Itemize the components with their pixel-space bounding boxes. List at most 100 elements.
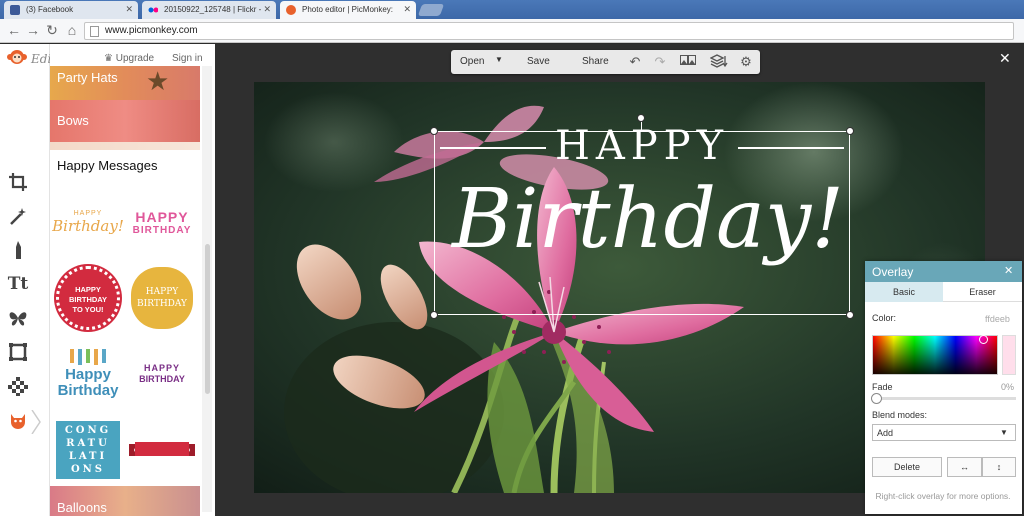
picmonkey-icon: [286, 5, 296, 15]
delete-button[interactable]: Delete: [872, 457, 942, 477]
upgrade-link[interactable]: ♛ Upgrade: [104, 53, 154, 64]
flickr-icon: [148, 5, 159, 15]
touch-up-icon[interactable]: [6, 238, 30, 262]
reload-icon[interactable]: ↻: [44, 22, 60, 39]
compare-icon[interactable]: [680, 54, 696, 70]
share-button[interactable]: Share: [582, 56, 609, 67]
sticker-text: ONS: [70, 464, 106, 475]
blend-modes-label: Blend modes:: [872, 410, 928, 420]
sticker-text: BIRTHDAY: [68, 295, 108, 304]
resize-handle-sw[interactable]: [430, 311, 438, 319]
butterfly-icon[interactable]: [6, 306, 30, 330]
sticker-happy-birthday-candles[interactable]: Happy Birthday: [52, 340, 124, 408]
sticker-text: HAPPY: [143, 363, 180, 373]
editor-toolbar: Open ▼ Save Share ↶ ↷ ⚙: [451, 50, 760, 74]
fade-slider-knob[interactable]: [871, 393, 882, 404]
category-label: Party Hats: [57, 70, 118, 85]
sticker-text: HAPPY: [145, 287, 179, 297]
sign-in-link[interactable]: Sign in: [172, 53, 203, 64]
panel-collapse-arrow-icon[interactable]: [30, 409, 42, 435]
flip-vertical-button[interactable]: ↕: [982, 457, 1016, 477]
color-swatch[interactable]: [1002, 335, 1016, 375]
text-tool-icon[interactable]: Tt: [6, 272, 30, 296]
resize-handle-ne[interactable]: [846, 127, 854, 135]
flip-horizontal-button[interactable]: ↔: [947, 457, 982, 477]
sticker-text: Birthday: [57, 382, 119, 399]
sticker-text: BIRTHDAY: [132, 224, 192, 236]
close-icon[interactable]: ✕: [125, 4, 133, 15]
tab-label: 20150922_125748 | Flickr -: [164, 5, 262, 14]
section-title: Happy Messages: [57, 158, 158, 173]
undo-icon[interactable]: ↶: [627, 54, 643, 70]
magic-wand-icon[interactable]: [6, 204, 30, 228]
fade-label: Fade: [872, 382, 893, 392]
themes-monkey-icon[interactable]: [6, 408, 30, 432]
tab-eraser[interactable]: Eraser: [943, 282, 1022, 302]
star-icon: ★: [146, 66, 170, 96]
category-label: Bows: [57, 113, 89, 128]
browser-tab-flickr[interactable]: 20150922_125748 | Flickr - ✕: [142, 1, 276, 19]
chevron-down-icon: ▼: [1000, 428, 1008, 437]
picmonkey-logo-icon[interactable]: [6, 49, 28, 65]
browser-tab-picmonkey[interactable]: Photo editor | PicMonkey: ✕: [280, 1, 416, 19]
sticker-text: CONG: [64, 425, 112, 436]
crown-icon: ♛: [104, 53, 116, 64]
url-field[interactable]: www.picmonkey.com: [84, 22, 1014, 40]
resize-handle-se[interactable]: [846, 311, 854, 319]
back-icon[interactable]: ←: [6, 22, 22, 38]
fade-value: 0%: [1001, 382, 1015, 392]
divider: [50, 142, 200, 150]
frames-icon[interactable]: [6, 340, 30, 364]
crop-icon[interactable]: [6, 170, 30, 194]
category-bows[interactable]: Bows: [50, 100, 200, 142]
new-tab-button[interactable]: [417, 4, 445, 16]
sticker-happy-birthday-script[interactable]: HAPPY Birthday!: [52, 188, 124, 256]
home-icon[interactable]: ⌂: [64, 22, 80, 38]
overlay-hint-text: Right-click overlay for more options.: [875, 491, 1011, 501]
resize-handle-nw[interactable]: [430, 127, 438, 135]
scrollbar-thumb[interactable]: [205, 244, 210, 394]
fade-slider-track[interactable]: [872, 397, 1016, 400]
sticker-text: BIRTHDAY: [139, 374, 185, 384]
layers-icon[interactable]: [709, 54, 728, 70]
sticker-happy-birthday-purple[interactable]: HAPPY BIRTHDAY: [126, 340, 198, 408]
sticker-happy-birthday-gold[interactable]: HAPPY BIRTHDAY: [126, 264, 198, 332]
sticker-text: RATU: [66, 438, 110, 449]
overlay-text-happy[interactable]: HAPPY: [555, 123, 729, 169]
address-toolbar: ← → ↻ ⌂ www.picmonkey.com: [0, 19, 1024, 43]
sticker-happy-birthday-pink[interactable]: HAPPY BIRTHDAY: [126, 188, 198, 256]
sticker-text: Happy: [65, 366, 111, 383]
textures-icon[interactable]: [6, 374, 30, 398]
close-icon[interactable]: ✕: [1004, 264, 1013, 277]
sticker-text: BIRTHDAY: [137, 299, 187, 309]
sticker-text: HAPPY: [73, 209, 103, 217]
sticker-text: LATI: [68, 451, 108, 462]
sticker-happy-birthday-to-you[interactable]: HAPPY BIRTHDAY TO YOU!: [52, 264, 124, 332]
blend-mode-select[interactable]: Add: [872, 424, 1016, 441]
sticker-red-ribbon[interactable]: [126, 416, 198, 484]
category-balloons[interactable]: Balloons: [50, 486, 200, 516]
tab-basic[interactable]: Basic: [865, 282, 943, 302]
flip-horizontal-icon: ↔: [960, 462, 969, 472]
category-party-hats[interactable]: Party Hats ★: [50, 66, 200, 100]
chevron-down-icon[interactable]: ▼: [495, 55, 503, 64]
open-button[interactable]: Open: [460, 56, 484, 67]
overlay-text-birthday[interactable]: Birthday!: [452, 172, 844, 267]
browser-tab-facebook[interactable]: (3) Facebook ✕: [4, 1, 138, 19]
color-picker-cursor[interactable]: [979, 335, 988, 344]
rotate-handle[interactable]: [637, 114, 645, 122]
close-icon[interactable]: ✕: [403, 4, 411, 15]
sticker-text: HAPPY: [75, 285, 101, 294]
candles-icon: [58, 349, 119, 365]
save-button[interactable]: Save: [527, 56, 550, 67]
color-label: Color:: [872, 313, 897, 323]
color-hex-value[interactable]: ffdeeb: [985, 314, 1010, 324]
gear-icon[interactable]: ⚙: [738, 54, 754, 70]
redo-icon[interactable]: ↷: [652, 54, 668, 70]
close-icon[interactable]: ✕: [263, 4, 271, 15]
forward-icon[interactable]: →: [25, 22, 41, 38]
sticker-text: TO YOU!: [72, 305, 104, 314]
overlay-panel-header: Overlay: [865, 261, 1022, 282]
close-editor-icon[interactable]: ✕: [999, 50, 1011, 67]
sticker-congratulations[interactable]: CONG RATU LATI ONS: [52, 416, 124, 484]
